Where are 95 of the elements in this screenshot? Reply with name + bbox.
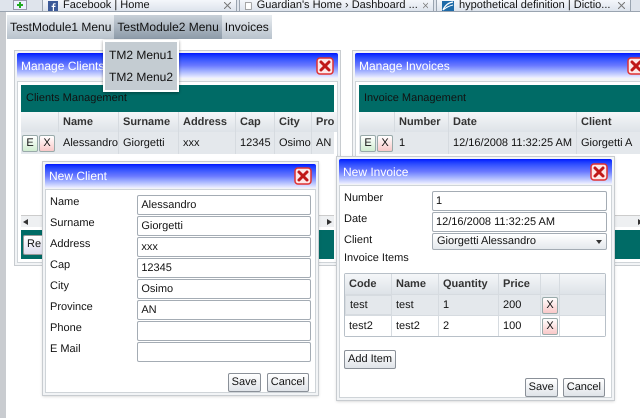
field-label: Date	[344, 212, 368, 227]
close-icon[interactable]	[316, 56, 334, 74]
field-label: E Mail	[50, 342, 82, 357]
cancel-button[interactable]: Cancel	[562, 378, 605, 397]
field-label: Number	[344, 191, 384, 206]
table-cell: 12/16/2008 11:32:25 AM	[449, 132, 577, 154]
delete-button[interactable]: X	[377, 134, 393, 152]
dropdown-arrow-icon	[596, 240, 602, 244]
text-field[interactable]: AN	[137, 300, 311, 320]
table-cell: test2	[392, 316, 439, 336]
field-label: Name	[50, 195, 80, 210]
page-icon	[245, 0, 252, 10]
table-cell: 2	[439, 316, 499, 336]
scroll-left-icon[interactable]	[23, 218, 28, 224]
window-title: Manage Invoices	[359, 58, 450, 74]
column-header: Address	[179, 112, 236, 132]
add-item-button[interactable]: Add Item	[344, 350, 396, 369]
browser-tab-title: Facebook | Home	[63, 0, 151, 11]
table-cell: xxx	[179, 132, 236, 154]
window-title: New Invoice	[343, 164, 408, 180]
text-field[interactable]: Giorgetti	[137, 216, 311, 236]
table-cell: Giorgetti A	[577, 132, 640, 154]
section-header: Clients Management	[21, 85, 334, 112]
edit-button[interactable]: E	[22, 134, 38, 152]
column-header: Code	[345, 274, 392, 294]
dropdown-item[interactable]: TM2 Menu1	[105, 44, 177, 66]
field-label: Province	[50, 300, 94, 315]
text-field[interactable]: 1	[432, 191, 607, 211]
column-header: Client	[577, 112, 640, 132]
column-header	[359, 112, 395, 132]
column-header: Name	[392, 274, 439, 294]
menu-item[interactable]: TestModule1 Menu	[7, 15, 114, 39]
text-field[interactable]: Osimo	[137, 279, 311, 299]
table-cell: 12345	[236, 132, 275, 154]
field-label: Client	[344, 233, 374, 248]
close-icon[interactable]	[618, 2, 625, 9]
table-cell: AN	[312, 132, 338, 154]
table-cell: Osimo	[275, 132, 312, 154]
delete-button[interactable]: X	[542, 318, 558, 334]
table-cell: Alessandro	[59, 132, 119, 154]
close-icon[interactable]	[590, 162, 608, 180]
client-dropdown[interactable]: Giorgetti Alessandro	[432, 233, 607, 250]
close-icon[interactable]	[627, 56, 640, 74]
menu-item[interactable]: TestModule2 Menu	[114, 15, 222, 39]
field-label: City	[50, 279, 70, 294]
browser-tab-title: hypothetical definition | Dictio...	[459, 0, 612, 11]
column-header: City	[275, 112, 312, 132]
cancel-button[interactable]: Cancel	[266, 373, 309, 392]
text-field[interactable]: Alessandro	[137, 195, 311, 215]
text-field[interactable]: 12/16/2008 11:32:25 AM	[432, 212, 607, 232]
field-label: Address	[50, 237, 92, 252]
close-icon[interactable]	[294, 167, 312, 185]
table-cell: test	[345, 295, 392, 315]
table-cell: Giorgetti	[119, 132, 179, 154]
table-cell: 100	[499, 316, 541, 336]
edit-button[interactable]: E	[360, 134, 376, 152]
column-header: Date	[449, 112, 577, 132]
close-icon[interactable]	[422, 2, 428, 9]
section-header: Invoice Management	[359, 85, 640, 112]
window-title: New Client	[49, 168, 108, 185]
field-label: Surname	[50, 216, 96, 231]
save-button[interactable]: Save	[228, 373, 261, 392]
browser-tab[interactable]: Facebook | Home	[42, 0, 237, 11]
window-title: Manage Clients	[21, 58, 104, 74]
close-icon[interactable]	[224, 2, 231, 9]
grid-row[interactable]: test test 1 200 X	[345, 294, 605, 315]
field-label: Phone	[50, 321, 83, 336]
delete-button[interactable]: X	[39, 134, 55, 152]
new-tab-icon[interactable]	[13, 0, 27, 10]
section-label: Invoice Items	[344, 251, 410, 265]
field-label: Cap	[50, 258, 72, 273]
text-field[interactable]: 12345	[137, 258, 311, 278]
column-header: Name	[59, 112, 119, 132]
grid-row[interactable]: E X 1 12/16/2008 11:32:25 AM Giorgetti A	[359, 132, 640, 154]
column-header: Surname	[119, 112, 179, 132]
text-field[interactable]	[137, 321, 311, 341]
menu-item[interactable]: Invoices	[222, 15, 272, 39]
delete-button[interactable]: X	[542, 296, 558, 314]
table-cell: test2	[345, 316, 392, 336]
column-header: Quantity	[439, 274, 499, 294]
column-header: Number	[395, 112, 449, 132]
dropdown-item[interactable]: TM2 Menu2	[105, 66, 177, 88]
column-header	[21, 112, 59, 132]
browser-tab[interactable]: hypothetical definition | Dictio...	[436, 0, 631, 11]
table-cell: 1	[395, 132, 449, 154]
save-button[interactable]: Save	[524, 378, 558, 397]
grid-row[interactable]: test2 test2 2 100 X	[345, 315, 605, 336]
text-field[interactable]: xxx	[137, 237, 311, 257]
browser-tab[interactable]: Guardian's Home › Dashboard ...	[239, 0, 434, 11]
text-field[interactable]	[137, 342, 311, 362]
browser-tab-title: Guardian's Home › Dashboard ...	[256, 0, 418, 11]
column-header: Pro	[312, 112, 338, 132]
scroll-right-icon[interactable]	[327, 218, 332, 224]
column-header: Cap	[236, 112, 275, 132]
column-header: Price	[499, 274, 541, 294]
